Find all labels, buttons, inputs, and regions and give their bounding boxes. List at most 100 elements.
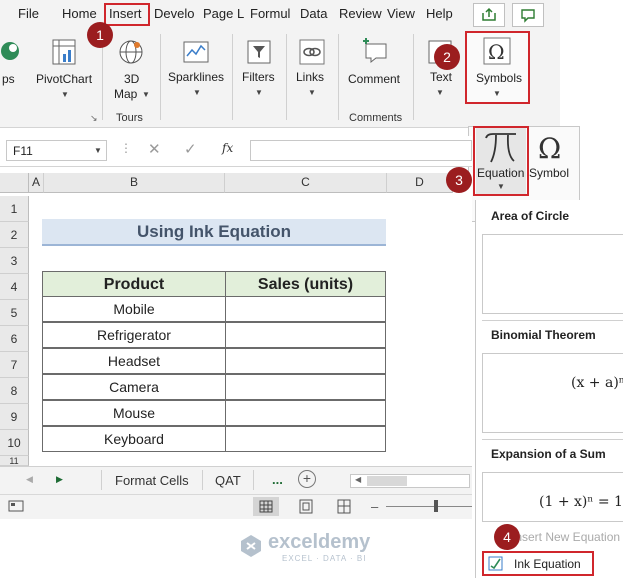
- 3d-map-label-line1: 3D: [124, 72, 140, 86]
- ribbon-divider: [160, 34, 161, 120]
- sparklines-label: Sparklines: [168, 70, 225, 84]
- pivotchart-icon: [52, 39, 76, 65]
- comment-label: Comment: [348, 72, 401, 86]
- tab-review[interactable]: Review: [339, 6, 382, 21]
- table-cell-sales[interactable]: [225, 374, 386, 400]
- sparklines-icon: [183, 41, 209, 63]
- sparklines-button[interactable]: Sparklines ▼: [165, 36, 227, 102]
- tab-help[interactable]: Help: [426, 6, 453, 21]
- svg-text:Ω: Ω: [538, 132, 561, 164]
- ribbon-divider: [232, 34, 233, 120]
- chevron-down-icon: ▼: [142, 90, 150, 99]
- equation-preview-binomial-theorem[interactable]: (x + a)ⁿ =: [482, 353, 623, 433]
- row-header-9[interactable]: 9: [0, 404, 29, 430]
- column-header-d[interactable]: D: [387, 173, 453, 193]
- row-header-4[interactable]: 4: [0, 274, 29, 300]
- accessibility-icon[interactable]: [8, 500, 24, 512]
- symbol-label: Symbol: [529, 166, 570, 180]
- row-header-7[interactable]: 7: [0, 352, 29, 378]
- table-cell-product[interactable]: Refrigerator: [42, 322, 226, 348]
- filters-button[interactable]: Filters ▼: [238, 36, 280, 102]
- 3d-map-button[interactable]: 3D Map ▼: [108, 36, 154, 102]
- enter-icon[interactable]: ✓: [184, 140, 197, 158]
- gallery-divider: [482, 320, 623, 321]
- page-layout-icon[interactable]: [298, 499, 314, 514]
- row-header-2[interactable]: 2: [0, 222, 29, 248]
- page-break-icon[interactable]: [336, 499, 352, 514]
- sheet-tab-format-cells[interactable]: Format Cells: [115, 473, 189, 488]
- scroll-thumb[interactable]: [367, 476, 407, 486]
- scroll-right-icon[interactable]: ▶: [56, 474, 63, 485]
- horizontal-scrollbar[interactable]: ◀: [350, 474, 470, 488]
- chevron-down-icon: ▼: [255, 88, 263, 97]
- table-cell-sales[interactable]: [225, 322, 386, 348]
- table-cell-product[interactable]: Camera: [42, 374, 226, 400]
- scroll-left-icon[interactable]: ◀: [355, 475, 361, 484]
- row-header-11[interactable]: 11: [0, 456, 29, 466]
- link-icon: [299, 39, 325, 65]
- tab-developer[interactable]: Develo: [154, 6, 194, 21]
- more-sheets-button[interactable]: ...: [272, 472, 283, 487]
- grid-icon: [259, 500, 273, 513]
- row-header-1[interactable]: 1: [0, 196, 29, 222]
- row-header-5[interactable]: 5: [0, 300, 29, 326]
- equation-preview-expansion-of-a-sum[interactable]: (1 + x)ⁿ = 1: [482, 472, 623, 522]
- formula-input[interactable]: [250, 140, 472, 161]
- name-box[interactable]: F11 ▼: [6, 140, 107, 161]
- table-cell-product[interactable]: Headset: [42, 348, 226, 374]
- comments-group-label: Comments: [349, 112, 403, 124]
- links-button[interactable]: Links ▼: [292, 36, 332, 102]
- row-header-10[interactable]: 10: [0, 430, 29, 456]
- zoom-slider-thumb[interactable]: [434, 500, 438, 512]
- tab-home[interactable]: Home: [62, 6, 97, 21]
- pivotchart-button[interactable]: PivotChart ▼: [33, 36, 97, 106]
- table-cell-sales[interactable]: [225, 400, 386, 426]
- column-header-b[interactable]: B: [44, 173, 225, 193]
- insert-function-icon[interactable]: fx: [222, 141, 233, 155]
- add-sheet-icon[interactable]: +: [298, 470, 316, 488]
- equation-preview-area-of-circle[interactable]: [482, 234, 623, 314]
- sheet-title[interactable]: Using Ink Equation: [42, 219, 386, 246]
- cancel-icon[interactable]: ✕: [148, 140, 161, 158]
- equation-highlight: [473, 126, 529, 196]
- table-cell-product[interactable]: Mouse: [42, 400, 226, 426]
- sheet-tab-qat[interactable]: QAT: [215, 473, 241, 488]
- tab-page-layout[interactable]: Page L: [203, 6, 244, 21]
- omega-icon: Ω: [538, 132, 561, 164]
- chevron-down-icon: ▼: [61, 90, 69, 99]
- row-header-3[interactable]: 3: [0, 248, 29, 274]
- zoom-slider[interactable]: [386, 506, 472, 507]
- tab-divider: [202, 470, 203, 490]
- dialog-launcher-icon[interactable]: ↘: [90, 113, 98, 124]
- new-comment-button[interactable]: Comment: [344, 36, 408, 102]
- symbol-button[interactable]: Ω Symbol: [528, 128, 576, 194]
- tab-file[interactable]: File: [18, 6, 39, 21]
- apps-icon: [1, 42, 19, 60]
- table-cell-sales[interactable]: [225, 426, 386, 452]
- column-header-a[interactable]: A: [29, 173, 44, 193]
- tab-data[interactable]: Data: [300, 6, 327, 21]
- tab-formulas[interactable]: Formul: [250, 6, 290, 21]
- apps-button[interactable]: ps: [0, 36, 28, 106]
- share-button[interactable]: [473, 3, 505, 27]
- row-header-8[interactable]: 8: [0, 378, 29, 404]
- tab-view[interactable]: View: [387, 6, 415, 21]
- table-cell-product[interactable]: Mobile: [42, 296, 226, 322]
- links-label: Links: [296, 70, 325, 84]
- scroll-left-icon[interactable]: ◀: [26, 474, 33, 485]
- formula-bar-grip-icon: ⋮: [120, 141, 132, 155]
- table-cell-sales[interactable]: [225, 296, 386, 322]
- table-cell-sales[interactable]: [225, 348, 386, 374]
- table-header-product[interactable]: Product: [42, 271, 226, 297]
- table-header-sales[interactable]: Sales (units): [225, 271, 386, 297]
- normal-view-button[interactable]: [253, 497, 279, 516]
- 3d-map-label-line2: Map: [114, 87, 138, 101]
- table-cell-product[interactable]: Keyboard: [42, 426, 226, 452]
- column-header-c[interactable]: C: [225, 173, 387, 193]
- zoom-out-icon[interactable]: –: [371, 499, 378, 514]
- row-header-6[interactable]: 6: [0, 326, 29, 352]
- globe-icon: [119, 40, 143, 64]
- select-all-corner[interactable]: [0, 173, 29, 193]
- comments-button[interactable]: [512, 3, 544, 27]
- ribbon-divider: [286, 34, 287, 120]
